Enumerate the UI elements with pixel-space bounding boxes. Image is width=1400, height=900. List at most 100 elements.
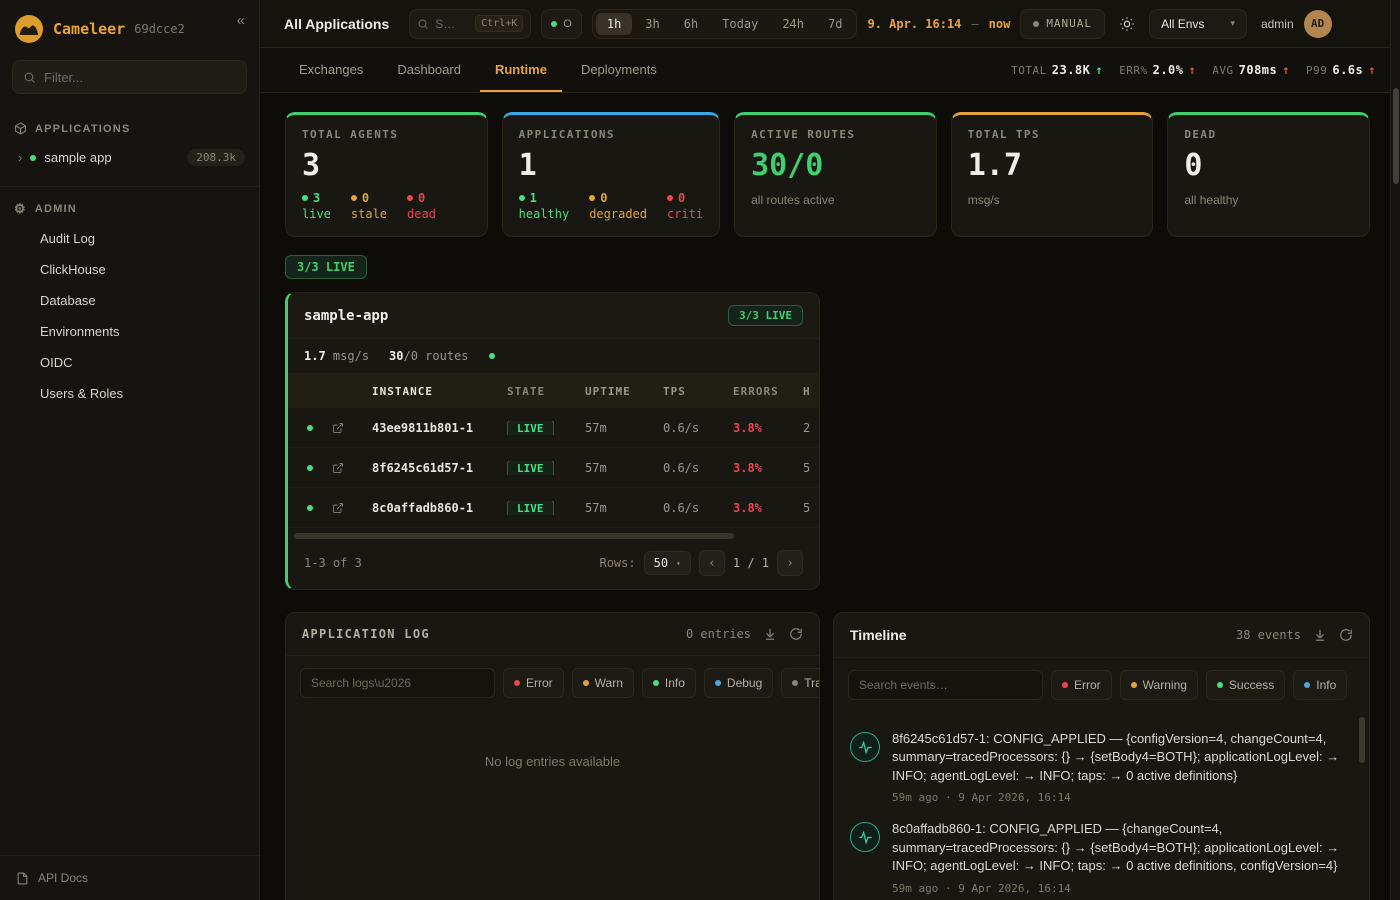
range-today[interactable]: Today bbox=[711, 13, 769, 35]
sidebar-item-environments[interactable]: Environments bbox=[0, 316, 259, 347]
state-badge: LIVE bbox=[507, 501, 554, 515]
timeline-filter-info[interactable]: Info bbox=[1293, 670, 1347, 700]
table-row[interactable]: 8c0affadb860-1 LIVE 57m 0.6/s 3.8% 5 bbox=[288, 488, 819, 528]
download-icon[interactable] bbox=[763, 627, 777, 641]
sidebar-divider bbox=[0, 186, 259, 187]
row-range-label: 1-3 of 3 bbox=[304, 556, 362, 570]
refresh-icon[interactable] bbox=[1339, 628, 1353, 642]
log-filter-error[interactable]: Error bbox=[503, 668, 564, 698]
next-page-button[interactable]: › bbox=[777, 550, 803, 576]
chevron-down-icon: ▾ bbox=[1230, 18, 1235, 29]
online-dot bbox=[551, 21, 557, 27]
page-title: All Applications bbox=[284, 16, 389, 32]
username: admin bbox=[1261, 17, 1294, 31]
page-indicator: 1 / 1 bbox=[733, 556, 769, 570]
global-search[interactable]: Ctrl+K bbox=[409, 9, 531, 39]
log-panel-title: APPLICATION LOG bbox=[302, 627, 430, 641]
log-filter-warn[interactable]: Warn bbox=[572, 668, 634, 698]
table-row[interactable]: 43ee9811b801-1 LIVE 57m 0.6/s 3.8% 2 bbox=[288, 408, 819, 448]
sidebar-item-users-roles[interactable]: Users & Roles bbox=[0, 378, 259, 409]
app-title: Cameleer bbox=[53, 20, 125, 38]
timeline-title: Timeline bbox=[850, 627, 907, 643]
stat-card-active-routes: ACTIVE ROUTES 30/0 all routes active bbox=[734, 112, 937, 237]
time-range-separator: — bbox=[971, 17, 978, 31]
chevron-right-icon: › bbox=[18, 150, 22, 165]
sidebar-app-label: sample app bbox=[44, 150, 111, 165]
gear-icon: ⚙ bbox=[14, 201, 27, 217]
stat-card-applications: APPLICATIONS 1 1 healthy 0 degraded 0 bbox=[502, 112, 721, 237]
app-version: 69dcce2 bbox=[134, 22, 185, 36]
timeline-event[interactable]: 8f6245c61d57-1: CONFIG_APPLIED — {config… bbox=[850, 730, 1351, 804]
tab-exchanges[interactable]: Exchanges bbox=[284, 48, 378, 92]
prev-page-button[interactable]: ‹ bbox=[699, 550, 725, 576]
kpi-avg: AVG708ms↑ bbox=[1212, 63, 1290, 77]
pulse-icon bbox=[850, 822, 880, 852]
log-controls: Error Warn Info Debug Trace bbox=[286, 656, 819, 710]
range-24h[interactable]: 24h bbox=[771, 13, 815, 35]
table-header: INSTANCE STATE UPTIME TPS ERRORS H bbox=[288, 374, 819, 408]
timeline-filter-error[interactable]: Error bbox=[1051, 670, 1112, 700]
avatar[interactable]: AD bbox=[1304, 10, 1332, 38]
tab-deployments[interactable]: Deployments bbox=[566, 48, 672, 92]
window-scrollbar-thumb[interactable] bbox=[1393, 88, 1399, 184]
log-filter-trace[interactable]: Trace bbox=[781, 668, 820, 698]
log-filter-debug[interactable]: Debug bbox=[704, 668, 773, 698]
tab-dashboard[interactable]: Dashboard bbox=[382, 48, 476, 92]
range-3h[interactable]: 3h bbox=[634, 13, 670, 35]
document-icon bbox=[16, 872, 29, 885]
kpi-p99: P996.6s↑ bbox=[1306, 63, 1376, 77]
time-range-start[interactable]: 9. Apr. 16:14 bbox=[867, 17, 961, 31]
timeline-event[interactable]: 8c0affadb860-1: CONFIG_APPLIED — {change… bbox=[850, 820, 1351, 894]
timeline-event-count: 38 events bbox=[1236, 628, 1301, 642]
refresh-icon[interactable] bbox=[789, 627, 803, 641]
breakdown-live: 3 live bbox=[302, 191, 331, 221]
timeline-list: 8f6245c61d57-1: CONFIG_APPLIED — {config… bbox=[834, 712, 1369, 900]
sidebar-item-clickhouse[interactable]: ClickHouse bbox=[0, 254, 259, 285]
sidebar-item-audit-log[interactable]: Audit Log bbox=[0, 223, 259, 254]
app-card-header[interactable]: sample-app 3/3 LIVE bbox=[288, 293, 819, 339]
tab-bar: Exchanges Dashboard Runtime Deployments … bbox=[260, 48, 1400, 93]
routes-ok-dot bbox=[489, 353, 495, 359]
sidebar-item-sample-app[interactable]: › sample app 208.3k bbox=[0, 141, 259, 174]
sidebar-filter[interactable] bbox=[12, 60, 247, 94]
log-search-input[interactable] bbox=[300, 668, 495, 698]
topbar: All Applications Ctrl+K O 1h 3h 6h Today… bbox=[260, 0, 1400, 48]
external-link-icon[interactable] bbox=[332, 502, 372, 514]
arrow-up-icon: ↑ bbox=[1095, 63, 1103, 77]
timeline-filter-warning[interactable]: Warning bbox=[1120, 670, 1198, 700]
sidebar-collapse-icon[interactable]: « bbox=[237, 12, 245, 29]
pulse-icon bbox=[850, 732, 880, 762]
sidebar-filter-input[interactable] bbox=[44, 70, 236, 85]
app-count-badge: 208.3k bbox=[187, 149, 245, 166]
content: TOTAL AGENTS 3 3 live 0 stale 0 bbox=[260, 93, 1400, 900]
global-search-input[interactable] bbox=[435, 17, 469, 31]
state-badge: LIVE bbox=[507, 421, 554, 435]
time-range-end[interactable]: now bbox=[989, 17, 1011, 31]
rows-per-page-select[interactable]: 50 ▾ bbox=[644, 551, 691, 575]
timeline-search-input[interactable] bbox=[848, 670, 1043, 700]
search-icon bbox=[23, 71, 36, 84]
theme-toggle-button[interactable] bbox=[1115, 12, 1139, 36]
instance-status-dot bbox=[307, 505, 313, 511]
table-row[interactable]: 8f6245c61d57-1 LIVE 57m 0.6/s 3.8% 5 bbox=[288, 448, 819, 488]
manual-refresh-button[interactable]: MANUAL bbox=[1020, 9, 1105, 39]
arrow-up-icon: ↑ bbox=[1282, 63, 1290, 77]
sidebar-item-oidc[interactable]: OIDC bbox=[0, 347, 259, 378]
online-toggle[interactable]: O bbox=[541, 9, 582, 39]
sidebar-item-database[interactable]: Database bbox=[0, 285, 259, 316]
env-select[interactable]: All Envs ▾ bbox=[1149, 9, 1247, 39]
search-icon bbox=[417, 18, 429, 30]
range-7d[interactable]: 7d bbox=[817, 13, 853, 35]
external-link-icon[interactable] bbox=[332, 462, 372, 474]
download-icon[interactable] bbox=[1313, 628, 1327, 642]
timeline-scrollbar[interactable] bbox=[1359, 717, 1365, 763]
log-filter-info[interactable]: Info bbox=[642, 668, 696, 698]
timeline-filter-success[interactable]: Success bbox=[1206, 670, 1285, 700]
external-link-icon[interactable] bbox=[332, 422, 372, 434]
range-1h[interactable]: 1h bbox=[596, 13, 632, 35]
window-scrollbar[interactable] bbox=[1390, 0, 1400, 900]
range-6h[interactable]: 6h bbox=[673, 13, 709, 35]
api-docs-link[interactable]: API Docs bbox=[0, 855, 259, 900]
time-range-group: 1h 3h 6h Today 24h 7d bbox=[592, 9, 858, 39]
tab-runtime[interactable]: Runtime bbox=[480, 48, 562, 92]
